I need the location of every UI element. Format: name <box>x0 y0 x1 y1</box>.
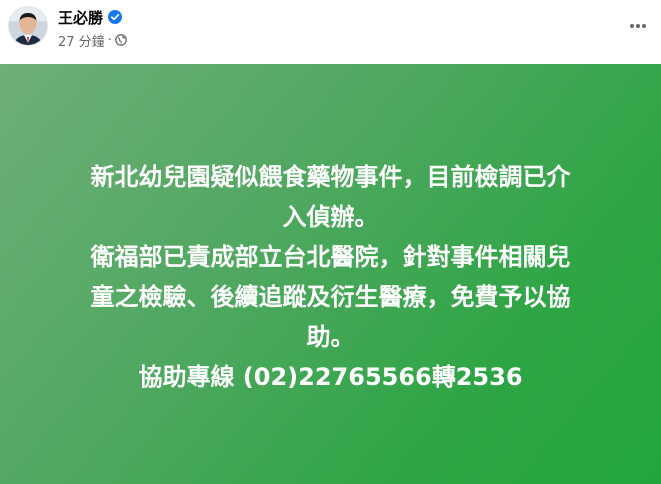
post-message: 新北幼兒園疑似餵食藥物事件，目前檢調已介 入偵辦。 衛福部已責成部立台北醫院，針… <box>21 157 641 397</box>
message-line-hotline: 協助專線 (02)22765566轉2536 <box>138 363 523 391</box>
post-content-card: 新北幼兒園疑似餵食藥物事件，目前檢調已介 入偵辦。 衛福部已責成部立台北醫院，針… <box>0 64 661 484</box>
author-name[interactable]: 王必勝 <box>58 7 103 28</box>
more-options-button[interactable] <box>620 8 656 44</box>
author-avatar[interactable] <box>8 6 48 46</box>
message-line: 衛福部已責成部立台北醫院，針對事件相關兒 <box>90 243 571 271</box>
post-timestamp[interactable]: 27 分鐘 <box>58 31 105 50</box>
message-line: 新北幼兒園疑似餵食藥物事件，目前檢調已介 <box>90 163 571 191</box>
message-line: 入偵辦。 <box>282 203 379 231</box>
meta-separator: · <box>107 32 112 48</box>
globe-icon[interactable] <box>114 34 127 46</box>
post-meta: 27 分鐘 · <box>58 31 127 50</box>
message-line: 助。 <box>306 323 355 351</box>
verified-badge-icon <box>108 10 123 24</box>
more-options-icon <box>630 24 646 28</box>
avatar-image <box>9 7 47 45</box>
facebook-post: 王必勝 27 分鐘 · 新北幼兒園疑似餵食藥物事件，目前檢調已介 入偵辦。 衛福… <box>0 0 661 484</box>
post-header: 王必勝 27 分鐘 · <box>0 0 661 64</box>
message-line: 童之檢驗、後續追蹤及衍生醫療，免費予以協 <box>90 283 571 311</box>
author-row: 王必勝 <box>58 7 123 28</box>
